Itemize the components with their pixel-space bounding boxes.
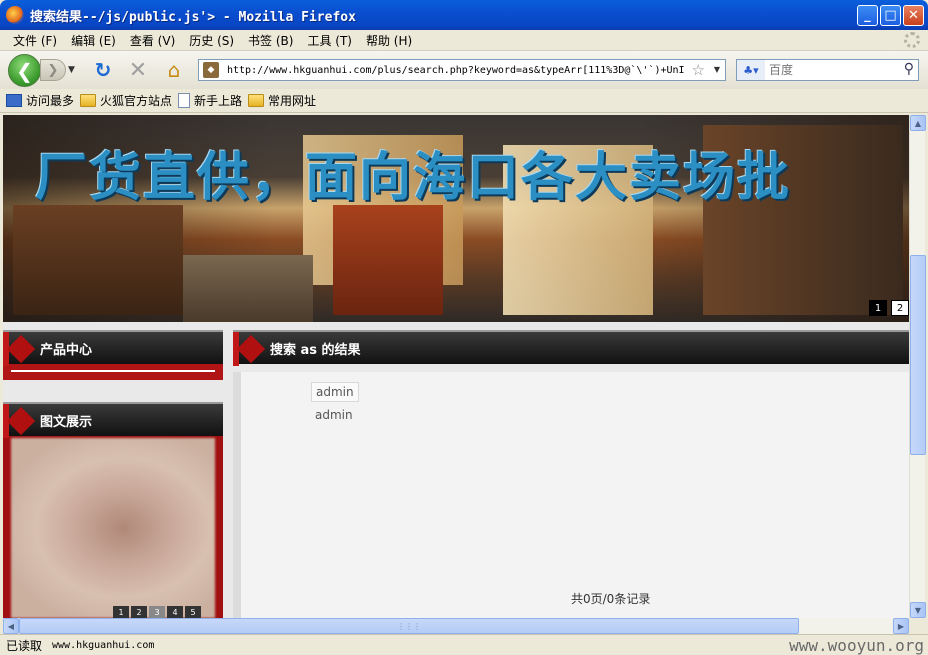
reload-icon[interactable]: ↻ <box>93 58 113 82</box>
bookmarks-bar: 访问最多 火狐官方站点 新手上路 常用网址 <box>0 89 928 113</box>
gallery-page-3[interactable]: 3 <box>149 606 165 618</box>
menu-file[interactable]: 文件 (F) <box>6 32 64 49</box>
scroll-up-button[interactable]: ▲ <box>910 115 926 131</box>
result-item[interactable]: admin <box>311 382 359 402</box>
search-engine-icon[interactable]: ♣▾ <box>737 60 765 80</box>
url-dropdown-icon[interactable]: ▼ <box>714 65 720 74</box>
forward-button[interactable]: ❯ <box>40 59 66 81</box>
minimize-button[interactable]: _ <box>857 5 878 26</box>
banner-page-2[interactable]: 2 <box>891 300 909 316</box>
window-controls: _ □ ✕ <box>857 5 924 26</box>
banner-pager: 1 2 <box>869 300 909 316</box>
site-favicon-icon: ◆ <box>203 62 219 78</box>
url-bar[interactable]: ◆ http://www.hkguanhui.com/plus/search.p… <box>198 59 726 81</box>
home-icon[interactable]: ⌂ <box>164 58 184 82</box>
menu-tools[interactable]: 工具 (T) <box>300 32 359 49</box>
bookmark-getting-started[interactable]: 新手上路 <box>178 92 242 109</box>
bookmark-label: 常用网址 <box>268 94 317 108</box>
url-text[interactable]: http://www.hkguanhui.com/plus/search.php… <box>227 65 687 76</box>
bookmark-most-visited[interactable]: 访问最多 <box>6 92 74 109</box>
bookmark-label: 火狐官方站点 <box>100 94 173 108</box>
maximize-button[interactable]: □ <box>880 5 901 26</box>
bookmark-label: 新手上路 <box>194 94 243 108</box>
menu-history[interactable]: 历史 (S) <box>182 32 241 49</box>
stop-icon[interactable]: ✕ <box>128 58 148 83</box>
bookmark-star-icon[interactable]: ☆ <box>692 61 705 79</box>
gallery-pager: 1 2 3 4 5 <box>113 606 201 618</box>
most-visited-icon <box>6 94 22 107</box>
scroll-down-button[interactable]: ▼ <box>910 602 926 618</box>
sidebar: 产品中心 图文展示 1 2 3 4 5 <box>3 322 223 618</box>
result-item[interactable]: admin <box>311 406 357 424</box>
gallery-page-5[interactable]: 5 <box>185 606 201 618</box>
window-title: 搜索结果--/js/public.js'> - Mozilla Firefox <box>30 9 356 25</box>
results-pager: 共0页/0条记录 <box>571 592 651 606</box>
search-box[interactable]: ♣▾ ⚲ <box>736 59 919 81</box>
banner-furniture <box>183 255 313 322</box>
close-button[interactable]: ✕ <box>903 5 924 26</box>
banner-slogan: 厂货直供，面向海口各大卖场批 <box>35 148 792 208</box>
watermark: www.wooyun.org <box>789 636 924 655</box>
menu-bar: 文件 (F) 编辑 (E) 查看 (V) 历史 (S) 书签 (B) 工具 (T… <box>0 30 928 51</box>
scroll-right-button[interactable]: ▶ <box>893 618 909 634</box>
banner-furniture <box>333 205 443 315</box>
gallery-header: 图文展示 <box>3 402 223 438</box>
back-button[interactable]: ❮ <box>8 54 41 87</box>
folder-icon <box>80 94 97 107</box>
menu-view[interactable]: 查看 (V) <box>123 32 182 49</box>
bookmark-label: 访问最多 <box>26 94 75 108</box>
back-arrow-icon: ❮ <box>16 58 33 83</box>
scroll-left-button[interactable]: ◀ <box>3 618 19 634</box>
gallery-title: 图文展示 <box>40 414 93 430</box>
banner-page-1[interactable]: 1 <box>869 300 887 316</box>
status-text: 已读取 <box>6 638 43 653</box>
horizontal-scroll-thumb[interactable]: ⋮⋮⋮ <box>19 618 799 634</box>
results-panel: admin admin 共0页/0条记录 <box>233 372 909 618</box>
diamond-icon <box>236 334 266 364</box>
divider <box>11 370 215 372</box>
history-dropdown-icon[interactable]: ▼ <box>68 65 75 75</box>
main-content: 搜索 as 的结果 admin admin 共0页/0条记录 <box>233 322 909 618</box>
diamond-icon <box>6 406 36 436</box>
gallery-page-1[interactable]: 1 <box>113 606 129 618</box>
gallery-image[interactable] <box>11 438 215 618</box>
menu-help[interactable]: 帮助 (H) <box>359 32 419 49</box>
firefox-icon <box>6 6 24 24</box>
gallery-page-2[interactable]: 2 <box>131 606 147 618</box>
product-center-header: 产品中心 <box>3 330 223 366</box>
vertical-scroll-thumb[interactable] <box>910 255 926 455</box>
bookmark-common-sites[interactable]: 常用网址 <box>248 92 316 109</box>
window-titlebar: 搜索结果--/js/public.js'> - Mozilla Firefox … <box>0 0 928 30</box>
results-header: 搜索 as 的结果 <box>233 330 909 366</box>
search-go-icon[interactable]: ⚲ <box>904 61 914 77</box>
folder-icon <box>248 94 265 107</box>
banner-furniture <box>13 205 183 315</box>
horizontal-scrollbar[interactable]: ◀ ⋮⋮⋮ ▶ <box>3 618 909 634</box>
diamond-icon <box>6 334 36 364</box>
product-center-title[interactable]: 产品中心 <box>40 339 92 358</box>
gallery-page-4[interactable]: 4 <box>167 606 183 618</box>
results-title: 搜索 as 的结果 <box>270 342 361 358</box>
hero-banner: 厂货直供，面向海口各大卖场批 1 2 <box>3 115 909 322</box>
search-input[interactable] <box>769 63 889 77</box>
throbber-icon <box>904 32 920 48</box>
forward-arrow-icon: ❯ <box>47 62 59 78</box>
product-center-box: 产品中心 <box>3 330 223 380</box>
status-bar: 已读取 www.hkguanhui.com www.wooyun.org <box>0 634 928 655</box>
vertical-scrollbar[interactable]: ▲ ▼ <box>909 115 926 618</box>
page-viewport: 厂货直供，面向海口各大卖场批 1 2 产品中心 图文展示 1 2 3 4 5 搜… <box>3 115 909 618</box>
gallery-box: 图文展示 1 2 3 4 5 <box>3 402 223 618</box>
bookmark-firefox-site[interactable]: 火狐官方站点 <box>80 92 172 109</box>
menu-bookmarks[interactable]: 书签 (B) <box>241 32 300 49</box>
menu-edit[interactable]: 编辑 (E) <box>64 32 123 49</box>
status-url: www.hkguanhui.com <box>52 639 155 651</box>
nav-toolbar: ❮ ❯ ▼ ↻ ✕ ⌂ ◆ http://www.hkguanhui.com/p… <box>0 51 928 89</box>
page-icon <box>178 93 191 108</box>
